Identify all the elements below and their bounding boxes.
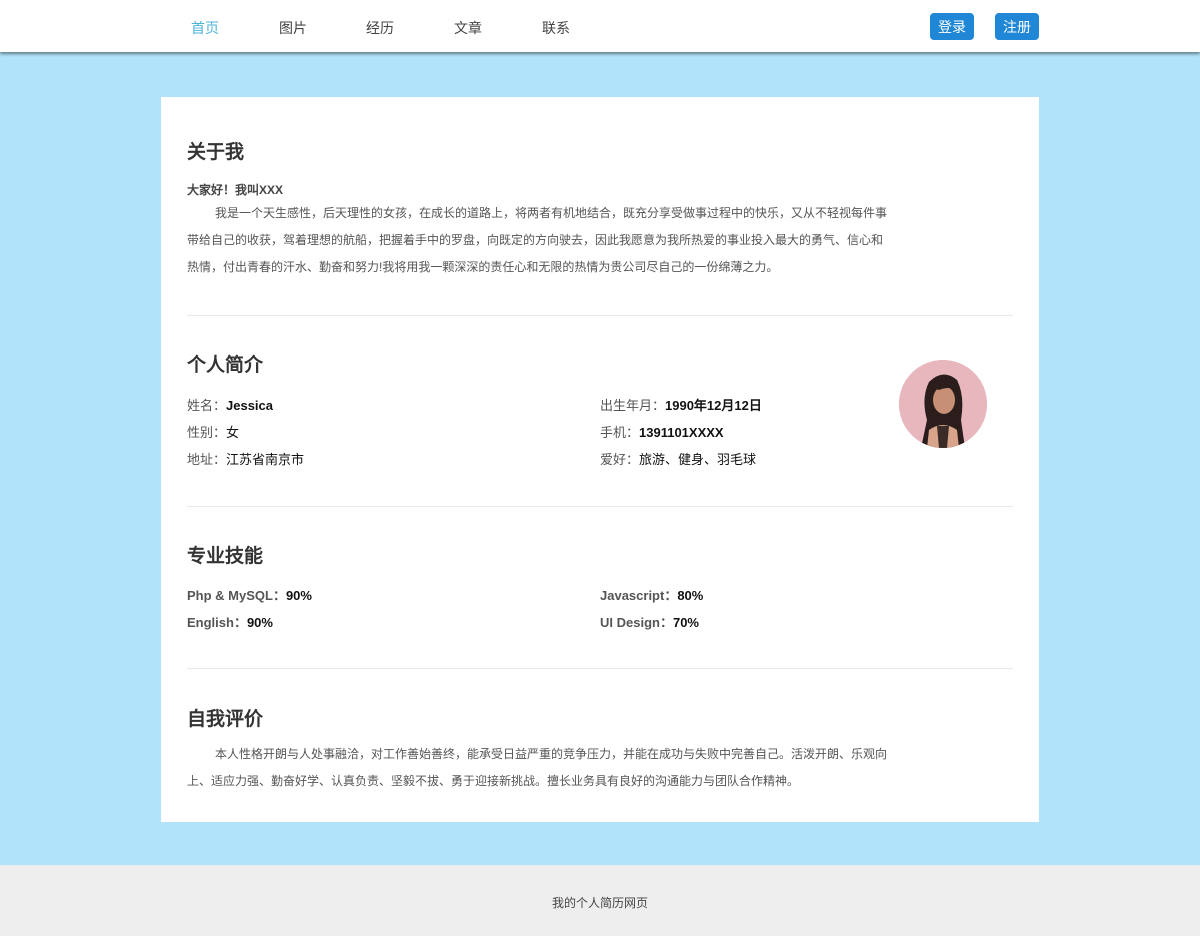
skill-ui-design: UI Design：70% (600, 612, 699, 631)
nav-item-home[interactable]: 首页 (175, 18, 235, 38)
skill-php: Php & MySQL：90% (187, 585, 312, 604)
gender-label: 性别： (187, 425, 227, 440)
login-button[interactable]: 登录 (930, 13, 974, 40)
avatar-portrait-icon (899, 360, 987, 448)
self-eval-paragraph: 本人性格开朗与人处事融洽，对工作善始善终，能承受日益严重的竞争压力，并能在成功与… (187, 747, 888, 788)
name-label: 姓名： (187, 398, 227, 413)
profile-name-row: 姓名：Jessica (187, 395, 273, 414)
skill-label: English： (187, 615, 247, 630)
profile-birth-row: 出生年月：1990年12月12日 (600, 395, 762, 414)
about-section: 关于我 大家好！我叫XXX 我是一个天生感性，后天理性的女孩，在成长的道路上，将… (187, 137, 1013, 287)
profile-hobby-row: 爱好：旅游、健身、羽毛球 (600, 449, 756, 468)
skill-label: Php & MySQL： (187, 588, 286, 603)
birth-label: 出生年月： (600, 398, 666, 413)
about-greeting: 大家好！我叫XXX (187, 183, 284, 197)
about-title: 关于我 (187, 142, 245, 163)
profile-gender-row: 性别：女 (187, 422, 239, 441)
skill-javascript: Javascript：80% (600, 585, 703, 604)
skills-title: 专业技能 (187, 546, 264, 567)
phone-label: 手机： (600, 425, 640, 440)
birth-value: 1990年12月12日 (665, 398, 762, 413)
skill-english: English：90% (187, 612, 273, 631)
avatar (899, 360, 987, 448)
skill-label: Javascript： (600, 588, 678, 603)
hobby-value: 旅游、健身、羽毛球 (639, 452, 757, 467)
about-paragraph: 我是一个天生感性，后天理性的女孩，在成长的道路上，将两者有机地结合，既充分享受做… (187, 206, 888, 274)
nav-item-experience[interactable]: 经历 (350, 18, 410, 38)
self-eval-section: 自我评价 本人性格开朗与人处事融洽，对工作善始善终，能承受日益严重的竞争压力，并… (187, 704, 1013, 804)
nav-item-contact[interactable]: 联系 (526, 18, 586, 38)
skill-value: 90% (246, 615, 273, 630)
gender-value: 女 (226, 425, 240, 440)
hobby-label: 爱好： (600, 452, 640, 467)
skill-value: 90% (285, 588, 312, 603)
self-eval-title: 自我评价 (187, 709, 264, 730)
divider (187, 315, 1013, 316)
nav-item-articles[interactable]: 文章 (438, 18, 498, 38)
resume-card: 关于我 大家好！我叫XXX 我是一个天生感性，后天理性的女孩，在成长的道路上，将… (161, 97, 1039, 822)
phone-value: 1391101XXXX (639, 425, 724, 440)
skill-value: 70% (672, 615, 699, 630)
skill-label: UI Design： (600, 615, 673, 630)
skill-value: 80% (677, 588, 704, 603)
divider (187, 668, 1013, 669)
profile-phone-row: 手机：1391101XXXX (600, 422, 724, 441)
profile-title: 个人简介 (187, 355, 264, 376)
address-label: 地址： (187, 452, 227, 467)
top-navbar: 首页 图片 经历 文章 联系 登录 注册 (0, 0, 1200, 52)
nav-item-photos[interactable]: 图片 (263, 18, 323, 38)
profile-address-row: 地址：江苏省南京市 (187, 449, 304, 468)
address-value: 江苏省南京市 (226, 452, 305, 467)
footer-text: 我的个人简历网页 (551, 896, 648, 910)
divider (187, 506, 1013, 507)
name-value: Jessica (226, 398, 274, 413)
register-button[interactable]: 注册 (995, 13, 1039, 40)
footer: 我的个人简历网页 (0, 865, 1200, 936)
